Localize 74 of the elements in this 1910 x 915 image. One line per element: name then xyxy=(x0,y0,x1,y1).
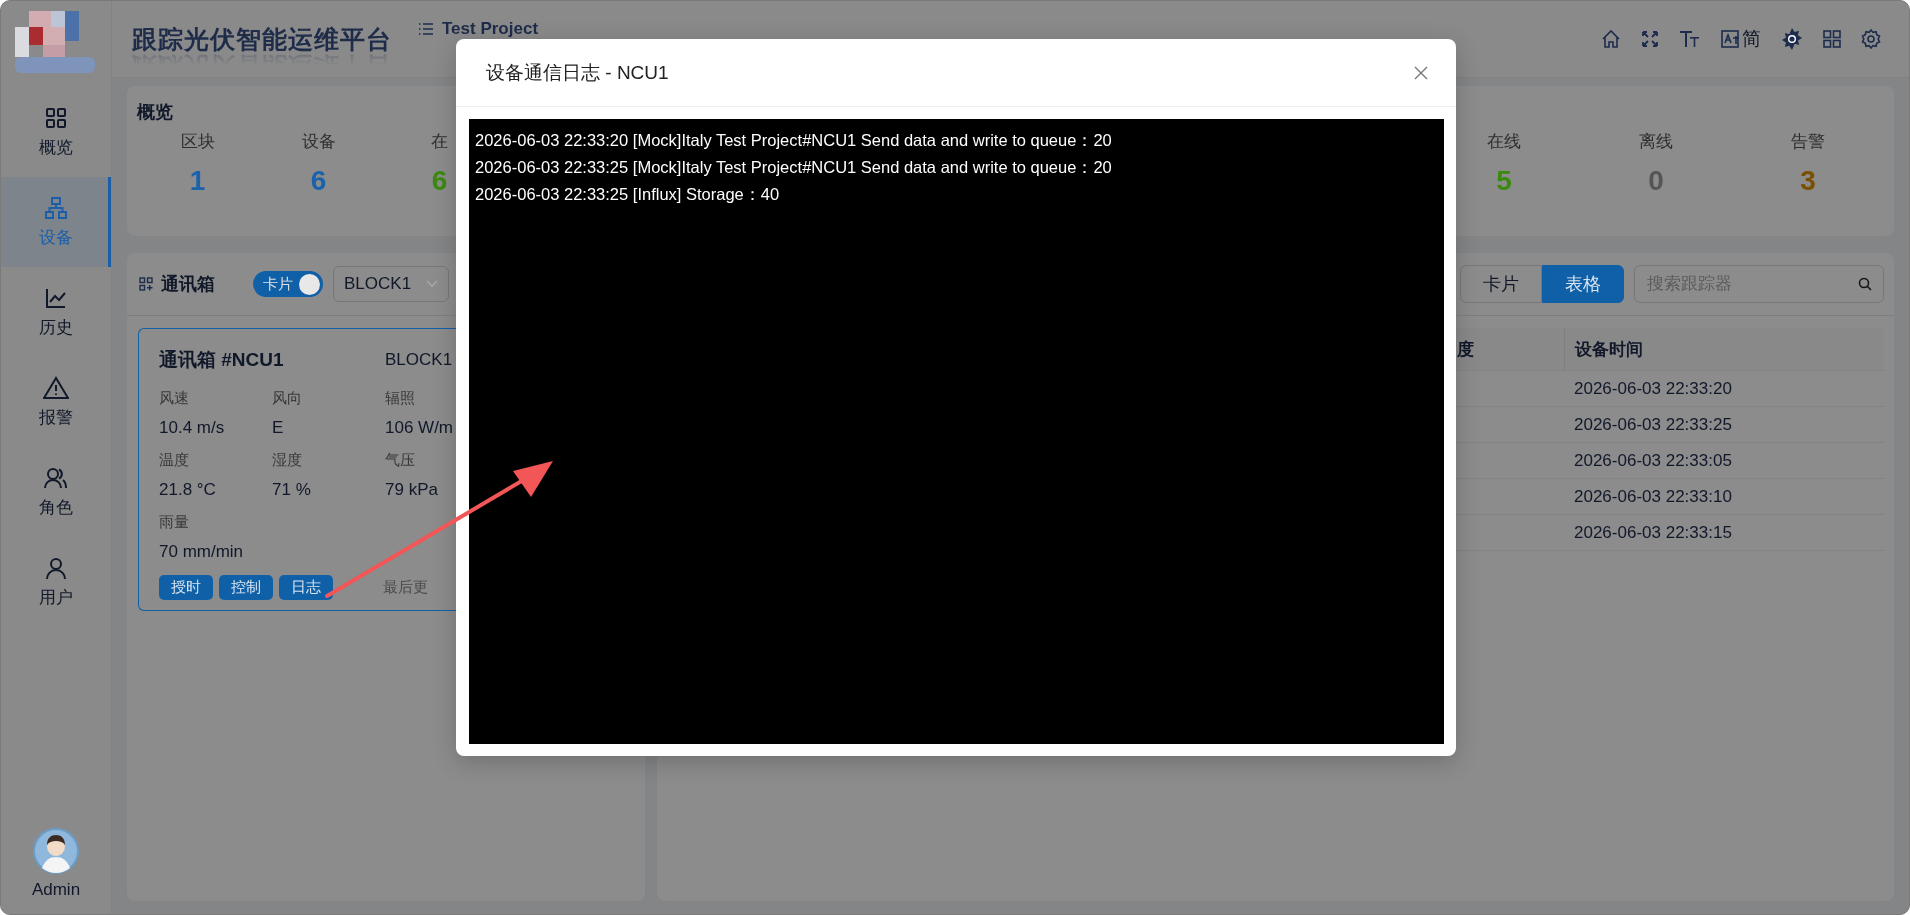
block-select[interactable]: BLOCK1 xyxy=(333,266,449,302)
metric-label: 雨量 xyxy=(159,513,190,532)
stat-label: 在 xyxy=(431,131,448,153)
metric-label: 温度 xyxy=(159,451,190,470)
user-name: Admin xyxy=(31,880,81,900)
table-cell: 2026-06-03 22:33:20 xyxy=(1564,371,1884,407)
users-icon xyxy=(44,465,68,490)
metric-value: 106 W/m xyxy=(385,418,455,438)
fullscreen-icon[interactable] xyxy=(1641,30,1659,48)
log-line: 2026-06-03 22:33:25 [Mock]Italy Test Project#NCU1 Send data and write to queue：20 xyxy=(475,157,1113,178)
settings-icon[interactable] xyxy=(1861,29,1881,49)
nav-item[interactable]: 历史 xyxy=(1,267,111,357)
translate-icon[interactable] xyxy=(1721,29,1741,49)
action-button[interactable]: 日志 xyxy=(279,575,333,600)
panel-title: 通讯箱 xyxy=(161,273,215,296)
column-header: 设备时间 xyxy=(1564,328,1884,371)
nav-item[interactable]: 报警 xyxy=(1,357,111,447)
metric-label: 风向 xyxy=(272,389,303,408)
table-cell: 2026-06-03 22:33:05 xyxy=(1564,443,1884,479)
stat-label: 告警 xyxy=(1791,131,1825,153)
grid-icon xyxy=(44,105,68,130)
last-update-text: 最后更 xyxy=(383,578,428,597)
table-cell: 2026-06-03 22:33:25 xyxy=(1564,407,1884,443)
stat-value: 6 xyxy=(310,165,327,197)
hierarchy-icon xyxy=(44,195,68,220)
nav-item[interactable]: 角色 xyxy=(1,447,111,537)
nav-item[interactable]: 用户 xyxy=(1,537,111,627)
project-selector[interactable]: Test Project xyxy=(418,19,539,39)
warning-icon xyxy=(43,375,69,400)
stat-label: 区块 xyxy=(180,131,215,153)
stat-value: 3 xyxy=(1800,165,1816,197)
search-icon[interactable] xyxy=(1858,277,1872,291)
metric-value: 79 kPa xyxy=(385,480,439,500)
stat-value: 5 xyxy=(1496,165,1512,197)
chevron-down-icon xyxy=(426,280,438,288)
font-size-icon[interactable] xyxy=(1679,29,1701,49)
log-line: 2026-06-03 22:33:20 [Mock]Italy Test Project#NCU1 Send data and write to queue：20 xyxy=(475,130,1113,151)
metric-label: 风速 xyxy=(159,389,190,408)
grid-icon[interactable] xyxy=(1823,30,1841,48)
close-icon xyxy=(1414,65,1428,80)
action-button[interactable]: 控制 xyxy=(219,575,273,600)
action-button[interactable]: 授时 xyxy=(159,575,213,600)
log-line: 2026-06-03 22:33:25 [Influx] Storage：40 xyxy=(475,184,781,205)
card-title: 通讯箱 #NCU1 xyxy=(159,348,285,372)
metric-value: 21.8 °C xyxy=(159,480,217,500)
view-switch[interactable]: 卡片 xyxy=(253,271,323,297)
user-icon xyxy=(44,555,68,580)
section-title: 概览 xyxy=(137,101,174,124)
table-cell: 2026-06-03 22:33:10 xyxy=(1564,479,1884,515)
stat-value: 6 xyxy=(431,165,448,197)
stat-label: 在线 xyxy=(1487,131,1521,153)
modal-title: 设备通信日志 - NCU1 xyxy=(486,60,669,85)
metric-label: 气压 xyxy=(385,451,416,470)
nav-item[interactable]: 概览 xyxy=(1,87,111,177)
metric-value: 70 mm/min xyxy=(159,542,245,562)
metric-value: 71 % xyxy=(272,480,312,500)
view-tab[interactable]: 表格 xyxy=(1542,265,1624,303)
metric-label: 辐照 xyxy=(385,389,416,408)
metric-label: 湿度 xyxy=(272,451,303,470)
grid-icon xyxy=(139,277,153,291)
block-name: BLOCK1 xyxy=(385,350,454,370)
sun-icon[interactable] xyxy=(1781,28,1803,50)
metric-value: 10.4 m/s xyxy=(159,418,226,438)
home-icon[interactable] xyxy=(1601,29,1621,49)
view-tab[interactable]: 卡片 xyxy=(1460,265,1542,303)
avatar[interactable] xyxy=(33,828,79,874)
table-cell: 2026-06-03 22:33:15 xyxy=(1564,515,1884,551)
metric-value: E xyxy=(272,418,285,438)
stat-label: 设备 xyxy=(301,131,336,153)
app-title: 跟踪光伏智能运维平台 xyxy=(132,23,392,55)
list-icon xyxy=(418,22,434,36)
language-button[interactable]: 简 xyxy=(1721,26,1761,52)
stat-label: 离线 xyxy=(1639,131,1673,153)
stat-value: 1 xyxy=(189,165,206,197)
